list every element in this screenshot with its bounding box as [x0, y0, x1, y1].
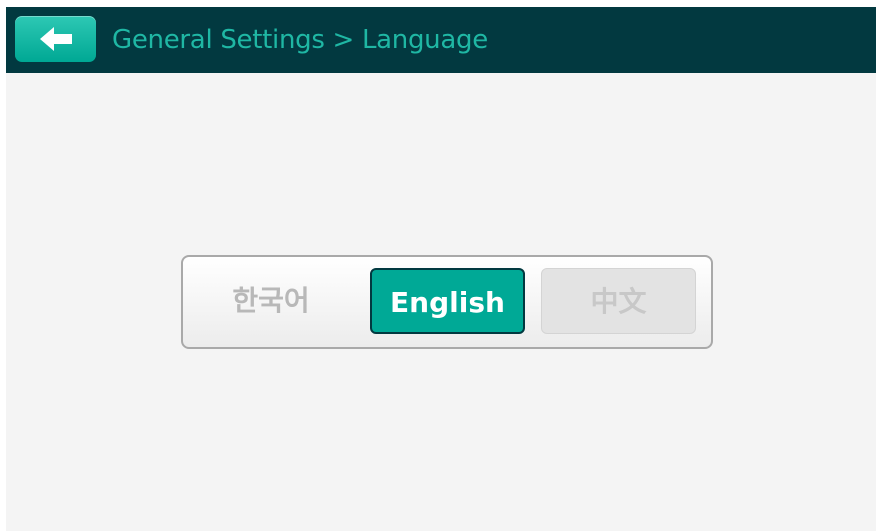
page-title: General Settings > Language [112, 25, 488, 55]
language-selector: 한국어 English 中文 [181, 255, 713, 349]
arrow-left-icon [38, 25, 74, 53]
back-button[interactable] [15, 16, 96, 62]
language-option-english[interactable]: English [370, 268, 525, 334]
language-option-chinese[interactable]: 中文 [541, 268, 696, 334]
settings-screen: General Settings > Language 한국어 English … [6, 7, 876, 531]
language-option-korean[interactable]: 한국어 [196, 268, 346, 334]
header-bar: General Settings > Language [6, 7, 876, 73]
